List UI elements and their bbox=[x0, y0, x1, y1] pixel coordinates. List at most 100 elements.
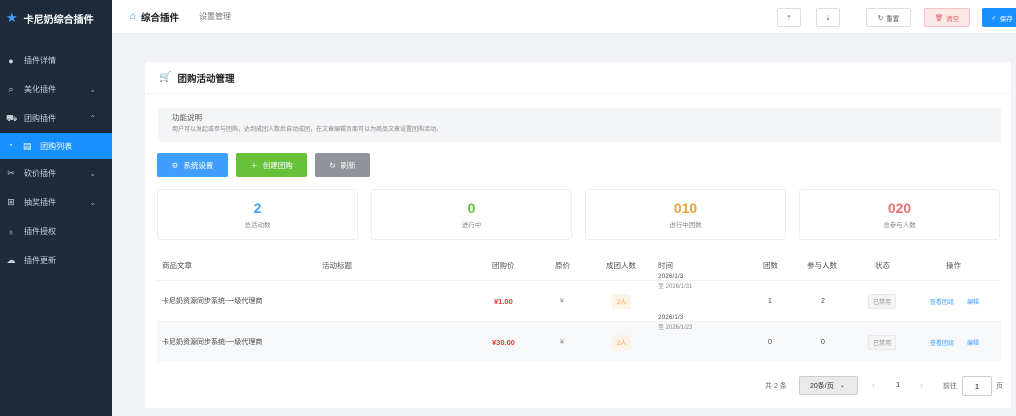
edit-link[interactable]: 编辑 bbox=[967, 297, 979, 306]
col-orig-price: 原价 bbox=[555, 260, 570, 270]
chevron-down-icon: ⌄ bbox=[89, 85, 96, 94]
info-box: 功能说明 用户可以发起或参与团购，达到成团人数后自动成团，在文章编辑页面可以为商… bbox=[158, 108, 1001, 142]
time-end: 至 2026/1/31 bbox=[658, 284, 693, 290]
sidebar-item-license[interactable]: ♁ 插件授权 bbox=[0, 217, 112, 246]
cell-time: 2026/1/3 至 2026/1/31 bbox=[658, 272, 692, 292]
cell-article: 卡尼奶资源同步系统-一级代理商 bbox=[162, 298, 263, 305]
sidebar-item-label: 插件授权 bbox=[24, 227, 56, 236]
pagination-total: 共 2 条 bbox=[765, 383, 787, 390]
brand: ★ 卡尼奶综合插件 bbox=[0, 0, 112, 36]
table-header: 商品文章 活动标题 团购价 原价 成团人数 时间 团数 参与人数 状态 操作 bbox=[157, 250, 1001, 280]
stat-total-activities: 2 总活动数 bbox=[157, 189, 358, 240]
cell-time: 2026/1/3 至 2026/1/23 bbox=[658, 313, 692, 333]
sidebar-item-label: 抽奖插件 bbox=[24, 198, 56, 207]
cell-participants: 2 bbox=[821, 297, 825, 305]
info-description: 用户可以发起或参与团购，达到成团人数后自动成团，在文章编辑页面可以为商品文章设置… bbox=[172, 127, 443, 133]
import-button[interactable]: ⇡ bbox=[777, 8, 801, 27]
stat-label: 总活动数 bbox=[244, 222, 271, 229]
create-label: 创建团购 bbox=[262, 160, 293, 170]
magic-icon: ⌕ bbox=[8, 84, 14, 94]
status-badge: 已禁用 bbox=[868, 334, 897, 350]
sidebar-item-groupbuy-list[interactable]: • ▤ 团购列表 bbox=[0, 133, 112, 159]
time-start: 2026/1/3 bbox=[658, 314, 684, 321]
sidebar-item-plugin-details[interactable]: ● 插件详情 bbox=[0, 46, 112, 75]
upload-icon: ⇡ bbox=[786, 14, 792, 22]
check-icon: ✓ bbox=[991, 14, 997, 22]
stat-value: 2 bbox=[253, 200, 262, 216]
cell-groups: 0 bbox=[768, 338, 772, 346]
status-badge: 已禁用 bbox=[868, 293, 897, 309]
page-number-current[interactable]: 1 bbox=[896, 380, 900, 389]
time-start: 2026/1/3 bbox=[658, 273, 684, 280]
refresh-button[interactable]: ↻ 刷新 bbox=[315, 153, 370, 177]
sidebar-item-update[interactable]: ☁ 插件更新 bbox=[0, 246, 112, 275]
sidebar-item-label: 团购插件 bbox=[24, 114, 56, 123]
plus-icon: ＋ bbox=[250, 160, 258, 170]
key-icon: ♁ bbox=[7, 226, 15, 237]
cell-price: ¥30.00 bbox=[492, 337, 515, 347]
sidebar-item-label: 砍价插件 bbox=[24, 169, 56, 178]
sidebar-menu: ● 插件详情 ⌕ 美化插件 ⌄ ⛟ 团购插件 ⌃ • ▤ 团购列表 ✂ 砍价插件… bbox=[0, 46, 112, 275]
refresh-label: 刷新 bbox=[340, 160, 356, 170]
info-icon: ● bbox=[8, 55, 14, 66]
save-button[interactable]: ✓ 保存 bbox=[982, 8, 1016, 27]
col-price: 团购价 bbox=[492, 260, 515, 270]
chevron-down-icon: ⌄ bbox=[89, 169, 96, 178]
breadcrumb-root[interactable]: 综合插件 bbox=[141, 10, 179, 24]
sidebar-item-lottery[interactable]: ⊞ 抽奖插件 ⌄ bbox=[0, 188, 112, 217]
pagination: 共 2 条 20条/页 ⌄ ‹ 1 › 前往 页 bbox=[145, 376, 1011, 396]
cell-article: 卡尼奶资源同步系统-一级代理商 bbox=[162, 339, 263, 346]
brand-title: 卡尼奶综合插件 bbox=[23, 14, 94, 26]
sidebar-item-bargain[interactable]: ✂ 砍价插件 ⌄ bbox=[0, 159, 112, 188]
col-participants: 参与人数 bbox=[807, 260, 837, 270]
groupbuy-card: 🛒 团购活动管理 功能说明 用户可以发起或参与团购，达到成团人数后自动成团，在文… bbox=[145, 62, 1011, 408]
chevron-down-icon: ⌄ bbox=[89, 198, 96, 207]
cell-orig-price: ¥ bbox=[560, 338, 564, 346]
clear-button[interactable]: 🗑 清空 bbox=[924, 8, 970, 27]
cell-orig-price: ¥ bbox=[560, 297, 564, 305]
next-page-button[interactable]: › bbox=[920, 380, 923, 390]
gear-icon: ⚙ bbox=[171, 160, 179, 170]
cart-icon: ⛟ bbox=[6, 112, 18, 123]
settings-button[interactable]: ⚙ 系统设置 bbox=[157, 153, 228, 177]
sidebar-item-label: 美化插件 bbox=[24, 85, 56, 94]
export-button[interactable]: ⇣ bbox=[816, 8, 840, 27]
table-row: 卡尼奶资源同步系统-一级代理商 ¥1.00 ¥ 2人 2026/1/3 至 20… bbox=[157, 273, 1001, 321]
groupbuy-table: 商品文章 活动标题 团购价 原价 成团人数 时间 团数 参与人数 状态 操作 卡… bbox=[157, 250, 1001, 362]
clear-label: 清空 bbox=[946, 15, 960, 23]
stat-active-groups: 010 进行中团数 bbox=[585, 189, 786, 240]
reset-label: 重置 bbox=[886, 15, 900, 23]
scissors-icon: ✂ bbox=[7, 168, 15, 178]
table-row: 卡尼奶资源同步系统-一级代理商 ¥30.00 ¥ 2人 2026/1/3 至 2… bbox=[157, 314, 1001, 362]
view-groups-link[interactable]: 查看团组 bbox=[930, 297, 954, 306]
stat-label: 总参与人数 bbox=[883, 222, 916, 229]
sidebar-item-label: 团购列表 bbox=[40, 141, 73, 151]
create-groupbuy-button[interactable]: ＋ 创建团购 bbox=[236, 153, 307, 177]
stat-value: 020 bbox=[887, 200, 912, 216]
stat-total-participants: 020 总参与人数 bbox=[799, 189, 1000, 240]
page-size-select[interactable]: 20条/页 ⌄ bbox=[799, 376, 858, 395]
stat-value: 010 bbox=[673, 200, 698, 216]
goto-label: 前往 bbox=[943, 383, 957, 390]
sidebar: ★ 卡尼奶综合插件 ● 插件详情 ⌕ 美化插件 ⌄ ⛟ 团购插件 ⌃ • ▤ 团… bbox=[0, 0, 112, 416]
cell-group-size: 2人 bbox=[612, 293, 632, 309]
stat-value: 0 bbox=[467, 200, 476, 216]
prev-page-button[interactable]: ‹ bbox=[872, 380, 875, 390]
stat-label: 进行中 bbox=[461, 222, 482, 229]
col-title: 活动标题 bbox=[322, 260, 352, 270]
col-time: 时间 bbox=[658, 260, 673, 270]
view-groups-link[interactable]: 查看团组 bbox=[930, 338, 954, 347]
reset-button[interactable]: ↻ 重置 bbox=[866, 8, 911, 27]
stat-in-progress: 0 进行中 bbox=[371, 189, 572, 240]
edit-link[interactable]: 编辑 bbox=[967, 338, 979, 347]
time-end: 至 2026/1/23 bbox=[658, 325, 693, 331]
sidebar-item-label: 插件详情 bbox=[24, 56, 56, 65]
bullet-icon: • bbox=[10, 143, 13, 149]
sidebar-item-groupbuy[interactable]: ⛟ 团购插件 ⌃ bbox=[0, 104, 112, 133]
cell-group-size: 2人 bbox=[612, 334, 632, 350]
col-status: 状态 bbox=[875, 260, 890, 270]
home-icon[interactable]: ⌂ bbox=[130, 11, 136, 22]
col-group-size: 成团人数 bbox=[606, 260, 636, 270]
sidebar-item-beautify[interactable]: ⌕ 美化插件 ⌄ bbox=[0, 75, 112, 104]
goto-page-input[interactable] bbox=[962, 376, 992, 396]
